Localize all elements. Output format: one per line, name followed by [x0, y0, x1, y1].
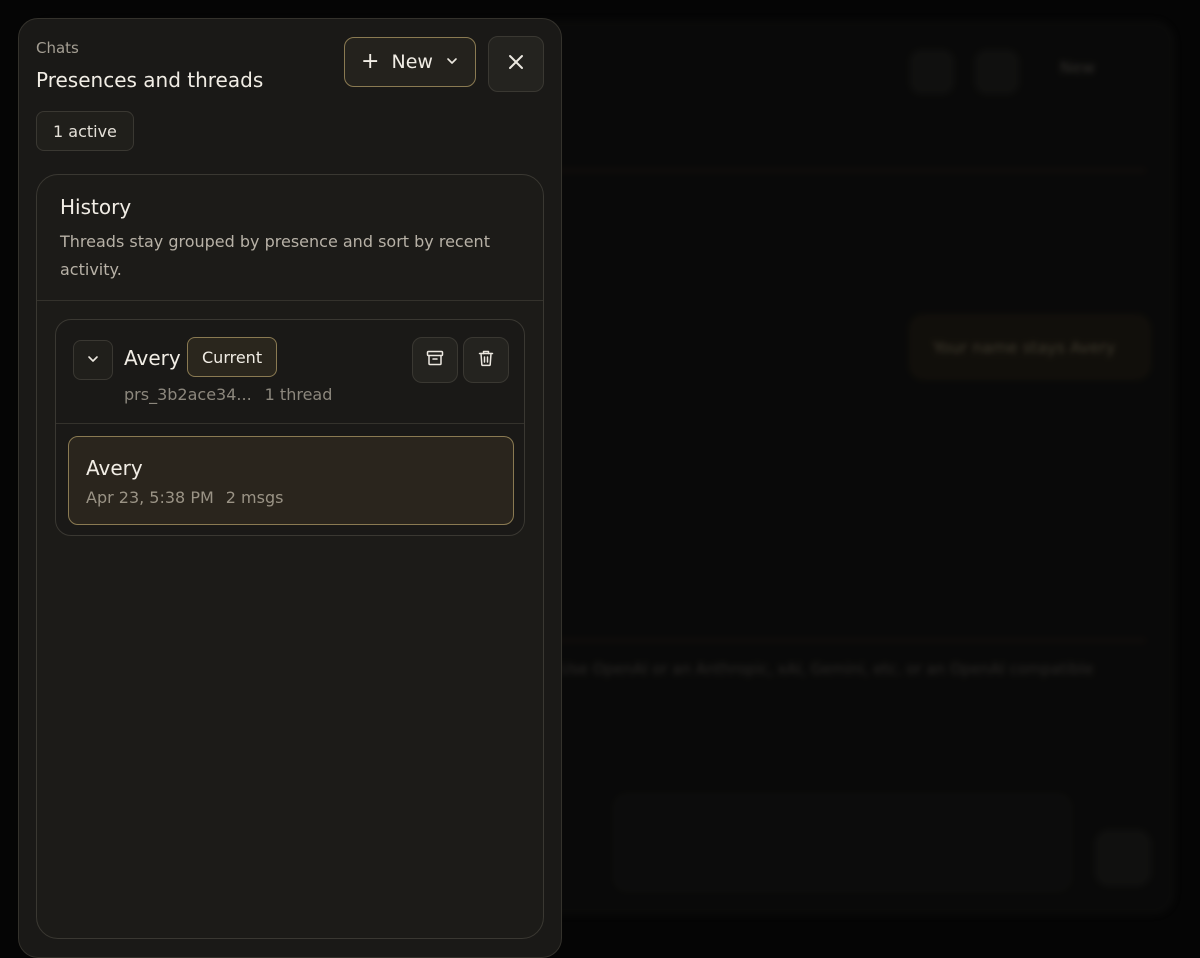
- thread-item[interactable]: Avery Apr 23, 5:38 PM 2 msgs: [68, 436, 514, 525]
- history-divider: [37, 300, 543, 301]
- thread-message-count: 2 msgs: [225, 488, 284, 507]
- archive-presence-button[interactable]: [412, 337, 458, 383]
- trash-icon: [476, 348, 496, 372]
- presence-id: prs_3b2ace34...: [124, 385, 252, 404]
- background-new-button: New: [1060, 58, 1095, 77]
- drawer-eyebrow: Chats: [36, 39, 79, 57]
- presence-thread-count: 1 thread: [264, 385, 333, 404]
- new-chat-button[interactable]: + New: [344, 37, 476, 87]
- background-divider: [550, 640, 1145, 641]
- history-description: Threads stay grouped by presence and sor…: [60, 232, 490, 279]
- chevron-down-icon: [86, 351, 100, 370]
- background-message-text: Your name stays Avery: [933, 338, 1116, 357]
- new-chat-label: New: [391, 51, 433, 73]
- presence-meta: prs_3b2ace34... 1 thread: [124, 385, 332, 404]
- background-message-bubble: Your name stays Avery: [910, 315, 1150, 379]
- presence-name: Avery: [124, 346, 181, 370]
- close-drawer-button[interactable]: [488, 36, 544, 92]
- presence-divider: [56, 423, 524, 424]
- background-send-button: [1095, 830, 1151, 886]
- archive-icon: [425, 348, 445, 372]
- background-hint-text: Use OpenAI or an Anthropic, xAI, Gemini,…: [560, 660, 1094, 678]
- background-icon-button: [910, 50, 954, 94]
- delete-presence-button[interactable]: [463, 337, 509, 383]
- history-title: History: [60, 195, 132, 219]
- background-composer-input: [615, 795, 1070, 890]
- thread-date: Apr 23, 5:38 PM: [86, 488, 214, 507]
- chats-drawer: Chats Presences and threads + New 1 acti…: [18, 18, 562, 958]
- background-divider: [550, 170, 1145, 171]
- current-badge: Current: [187, 337, 278, 377]
- plus-icon: +: [361, 49, 380, 74]
- close-icon: [507, 53, 525, 75]
- drawer-title: Presences and threads: [36, 68, 264, 92]
- chevron-down-icon: [445, 51, 459, 73]
- active-count-badge: 1 active: [36, 111, 134, 151]
- thread-name: Avery: [86, 456, 143, 480]
- history-panel: History Threads stay grouped by presence…: [36, 174, 544, 939]
- collapse-presence-button[interactable]: [73, 340, 113, 380]
- presence-card: Avery Current prs_3b2ace34... 1 thread A…: [55, 319, 525, 536]
- background-icon-button: [975, 50, 1019, 94]
- thread-meta: Apr 23, 5:38 PM 2 msgs: [86, 488, 283, 507]
